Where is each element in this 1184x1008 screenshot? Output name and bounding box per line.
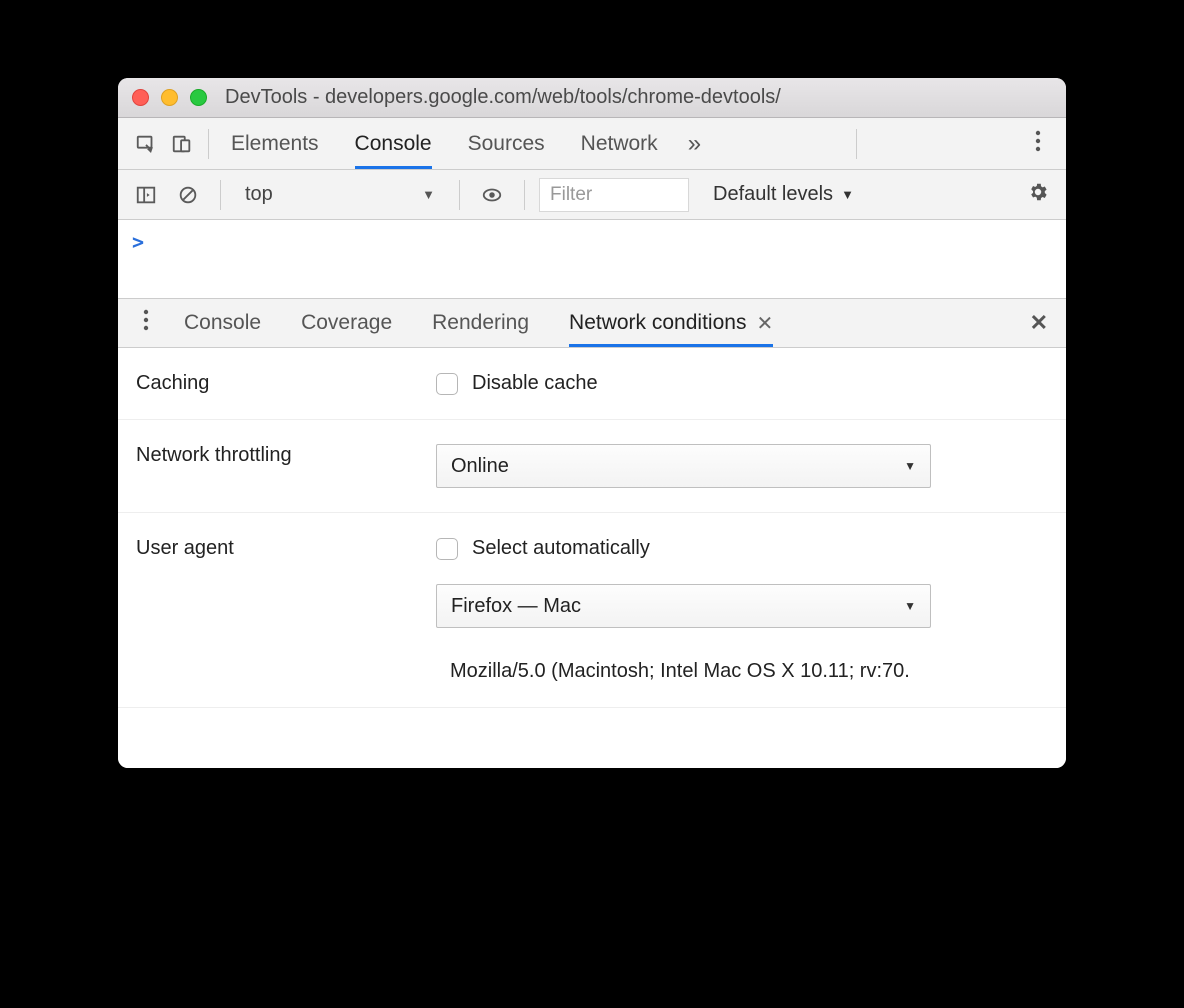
tab-network[interactable]: Network [581, 118, 658, 169]
divider [856, 129, 857, 159]
caching-row: Caching Disable cache [118, 348, 1066, 420]
drawer-tab-network-conditions[interactable]: Network conditions ✕ [569, 299, 773, 347]
console-toolbar: top ▼ Default levels ▼ [118, 170, 1066, 220]
tab-elements[interactable]: Elements [231, 118, 319, 169]
divider [524, 180, 525, 210]
throttling-select[interactable]: Online ▼ [436, 444, 931, 488]
throttling-label: Network throttling [136, 444, 436, 467]
window-traffic-lights [132, 89, 207, 106]
more-options-icon[interactable] [1020, 130, 1056, 158]
main-tabs: Elements Console Sources Network [231, 118, 658, 169]
dropdown-caret-icon: ▼ [841, 187, 854, 202]
tab-console[interactable]: Console [355, 118, 432, 169]
log-levels-select[interactable]: Default levels ▼ [713, 183, 854, 206]
close-tab-icon[interactable]: ✕ [756, 311, 773, 336]
console-prompt-icon: > [132, 230, 144, 254]
close-window-button[interactable] [132, 89, 149, 106]
user-agent-label: User agent [136, 537, 436, 560]
console-output[interactable]: > [118, 220, 1066, 298]
spacer [118, 708, 1066, 768]
drawer-tab-label: Network conditions [569, 311, 746, 335]
disable-cache-checkbox[interactable] [436, 373, 458, 395]
execution-context-select[interactable]: top ▼ [235, 178, 445, 212]
tabs-overflow-button[interactable]: » [688, 130, 701, 158]
execution-context-value: top [245, 183, 273, 206]
inspect-element-icon[interactable] [128, 126, 164, 162]
main-tabbar: Elements Console Sources Network » [118, 118, 1066, 170]
divider [220, 180, 221, 210]
ua-auto-checkbox[interactable] [436, 538, 458, 560]
maximize-window-button[interactable] [190, 89, 207, 106]
close-drawer-icon[interactable]: ✕ [1022, 310, 1056, 336]
user-agent-value: Firefox — Mac [451, 595, 581, 618]
divider [459, 180, 460, 210]
dropdown-caret-icon: ▼ [904, 459, 916, 473]
device-toolbar-icon[interactable] [164, 126, 200, 162]
devtools-window: DevTools - developers.google.com/web/too… [118, 78, 1066, 768]
minimize-window-button[interactable] [161, 89, 178, 106]
user-agent-select[interactable]: Firefox — Mac ▼ [436, 584, 931, 628]
dropdown-caret-icon: ▼ [422, 187, 435, 202]
console-sidebar-toggle-icon[interactable] [128, 177, 164, 213]
drawer-tab-console[interactable]: Console [184, 299, 261, 347]
drawer-tab-rendering[interactable]: Rendering [432, 299, 529, 347]
ua-auto-label: Select automatically [472, 537, 650, 560]
throttling-row: Network throttling Online ▼ [118, 420, 1066, 513]
network-conditions-panel: Caching Disable cache Network throttling… [118, 348, 1066, 768]
console-settings-icon[interactable] [1020, 181, 1056, 209]
user-agent-string: Mozilla/5.0 (Macintosh; Intel Mac OS X 1… [450, 660, 1048, 683]
user-agent-row: User agent Select automatically Firefox … [118, 513, 1066, 708]
caching-label: Caching [136, 372, 436, 395]
divider [208, 129, 209, 159]
log-levels-label: Default levels [713, 183, 833, 206]
console-filter-input[interactable] [539, 178, 689, 212]
drawer-tabbar: Console Coverage Rendering Network condi… [118, 298, 1066, 348]
drawer-tab-coverage[interactable]: Coverage [301, 299, 392, 347]
drawer-tabs: Console Coverage Rendering Network condi… [184, 299, 773, 347]
tab-sources[interactable]: Sources [468, 118, 545, 169]
titlebar: DevTools - developers.google.com/web/too… [118, 78, 1066, 118]
dropdown-caret-icon: ▼ [904, 599, 916, 613]
live-expression-icon[interactable] [474, 177, 510, 213]
clear-console-icon[interactable] [170, 177, 206, 213]
throttling-value: Online [451, 455, 509, 478]
disable-cache-label: Disable cache [472, 372, 598, 395]
drawer-more-icon[interactable] [128, 309, 164, 337]
window-title: DevTools - developers.google.com/web/too… [225, 86, 781, 109]
